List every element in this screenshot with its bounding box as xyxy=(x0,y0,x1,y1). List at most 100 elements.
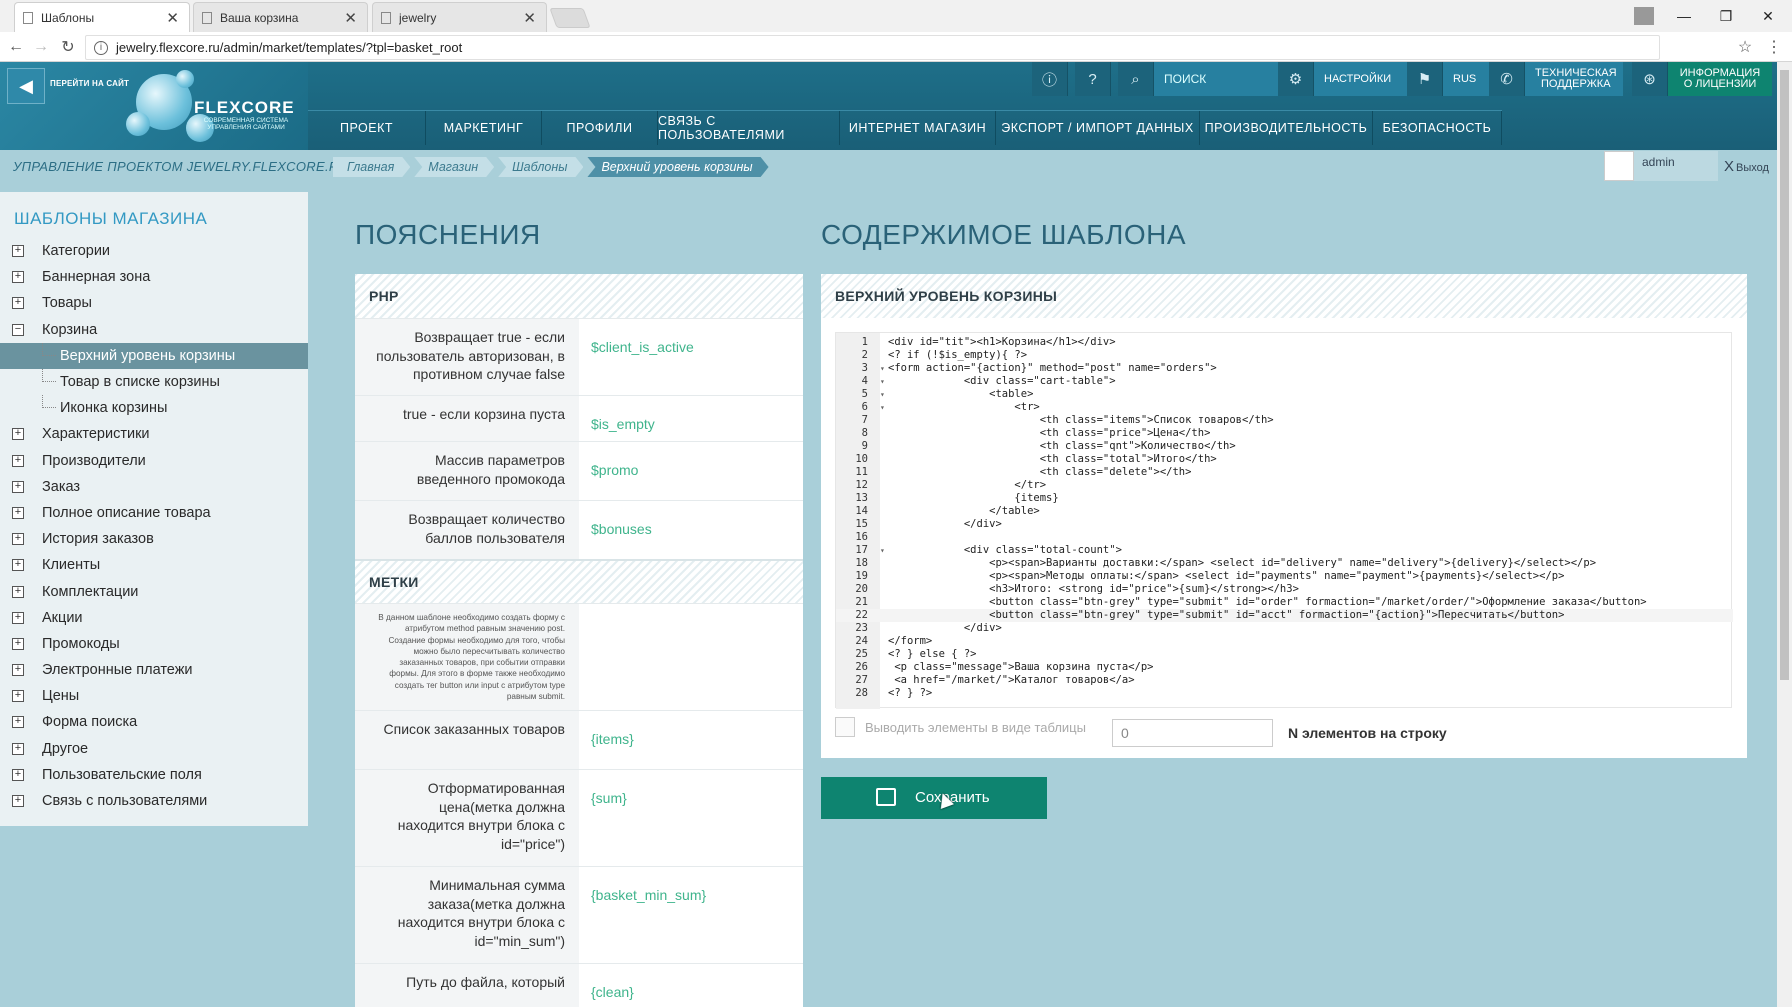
new-tab-button[interactable] xyxy=(549,8,591,28)
nav-project[interactable]: ПРОЕКТ xyxy=(308,111,426,145)
items-per-row-input[interactable]: 0 xyxy=(1112,719,1273,747)
expand-icon[interactable]: + xyxy=(12,585,24,598)
back-icon[interactable]: ← xyxy=(4,35,28,59)
fold-icon[interactable]: ▾ xyxy=(880,544,888,557)
info-icon[interactable]: i xyxy=(94,40,108,55)
minimize-icon[interactable]: — xyxy=(1670,0,1698,32)
expand-icon[interactable]: + xyxy=(12,742,24,755)
nav-marketing[interactable]: МАРКЕТИНГ xyxy=(426,111,542,145)
logout-button[interactable]: X Выход xyxy=(1724,158,1769,175)
sidebar-item[interactable]: + Связь с пользователями xyxy=(0,788,308,814)
nav-profiles[interactable]: ПРОФИЛИ xyxy=(542,111,658,145)
sidebar-item[interactable]: Иконка корзины xyxy=(0,395,308,421)
expand-icon[interactable]: + xyxy=(12,768,24,781)
close-icon[interactable]: ✕ xyxy=(523,9,536,27)
sidebar-item[interactable]: + Промокоды xyxy=(0,631,308,657)
collapse-icon[interactable]: − xyxy=(12,323,24,336)
sidebar-item[interactable]: + Производители xyxy=(0,448,308,474)
nav-shop[interactable]: ИНТЕРНЕТ МАГАЗИН xyxy=(840,111,996,145)
line-number: 8 xyxy=(861,427,868,439)
save-button[interactable]: Сохранить xyxy=(821,777,1047,819)
sidebar-item[interactable]: + Категории xyxy=(0,238,308,264)
expand-icon[interactable]: + xyxy=(12,637,24,650)
nav-export-import[interactable]: ЭКСПОРТ / ИМПОРТ ДАННЫХ xyxy=(996,111,1200,145)
expand-icon[interactable]: + xyxy=(12,506,24,519)
project-title[interactable]: УПРАВЛЕНИЕ ПРОЕКТОМ JEWELRY.FLEXCORE.RU xyxy=(13,159,348,174)
nav-performance[interactable]: ПРОИЗВОДИТЕЛЬНОСТЬ xyxy=(1200,111,1373,145)
url-field[interactable]: i jewelry.flexcore.ru/admin/market/templ… xyxy=(85,35,1660,60)
expand-icon[interactable]: + xyxy=(12,690,24,703)
admin-header: ◀ ПЕРЕЙТИ НА САЙТ FLEXCORE СОВРЕМЕННАЯ С… xyxy=(0,62,1792,150)
sidebar-item[interactable]: + Другое xyxy=(0,736,308,762)
sidebar-item[interactable]: + Товары xyxy=(0,290,308,316)
reload-icon[interactable]: ↻ xyxy=(56,35,80,59)
sidebar-item[interactable]: + Цены xyxy=(0,683,308,709)
browser-tab[interactable]: Ваша корзина ✕ xyxy=(193,2,368,32)
breadcrumb-item[interactable]: Шаблоны xyxy=(498,157,583,177)
sidebar-item[interactable]: + Заказ xyxy=(0,474,308,500)
maximize-icon[interactable]: ❐ xyxy=(1712,0,1740,32)
breadcrumb-item[interactable]: Главная xyxy=(333,157,410,177)
browser-tab[interactable]: Шаблоны ✕ xyxy=(14,2,190,32)
profile-icon[interactable] xyxy=(1630,0,1658,32)
window-close-icon[interactable]: ✕ xyxy=(1754,0,1782,32)
sidebar-item[interactable]: + История заказов xyxy=(0,526,308,552)
expand-icon[interactable]: + xyxy=(12,559,24,572)
star-icon[interactable]: ☆ xyxy=(1733,35,1757,59)
search-box[interactable]: ⌕ ПОИСК xyxy=(1118,62,1300,96)
table-option[interactable]: Выводить элементы в виде таблицы xyxy=(835,717,1086,737)
expand-icon[interactable]: + xyxy=(12,480,24,493)
browser-tab[interactable]: jewelry ✕ xyxy=(372,2,547,32)
fold-icon[interactable]: ▾ xyxy=(880,375,888,388)
fold-icon[interactable]: ▾ xyxy=(880,401,888,414)
nav-security[interactable]: БЕЗОПАСНОСТЬ xyxy=(1373,111,1502,145)
expand-icon[interactable]: + xyxy=(12,245,24,258)
expand-icon[interactable]: + xyxy=(12,533,24,546)
sidebar-item[interactable]: + Пользовательские поля xyxy=(0,762,308,788)
help-button[interactable]: ? xyxy=(1075,62,1111,96)
language-button[interactable]: ⚑ RUS xyxy=(1407,62,1489,96)
expand-icon[interactable]: + xyxy=(12,716,24,729)
go-to-site-label[interactable]: ПЕРЕЙТИ НА САЙТ xyxy=(50,79,129,88)
nav-communication[interactable]: СВЯЗЬ С ПОЛЬЗОВАТЕЛЯМИ xyxy=(658,111,840,145)
sidebar-item[interactable]: Товар в списке корзины xyxy=(0,368,308,395)
settings-button[interactable]: ⚙ НАСТРОЙКИ xyxy=(1278,62,1412,96)
code-editor[interactable]: 1 <div id="tit"><h1>Корзина</h1></div> 2 <?… xyxy=(835,332,1733,709)
forward-icon[interactable]: → xyxy=(29,35,53,59)
close-icon[interactable]: ✕ xyxy=(344,9,357,27)
expand-icon[interactable]: + xyxy=(12,454,24,467)
fold-icon[interactable]: ▾ xyxy=(880,388,888,401)
close-icon[interactable]: ✕ xyxy=(166,9,179,27)
sidebar-item[interactable]: + Клиенты xyxy=(0,552,308,578)
sidebar-item[interactable]: + Характеристики xyxy=(0,421,308,447)
sidebar-item[interactable]: Верхний уровень корзины xyxy=(0,342,308,369)
table-checkbox[interactable] xyxy=(835,717,855,737)
logo-area: ◀ ПЕРЕЙТИ НА САЙТ FLEXCORE СОВРЕМЕННАЯ С… xyxy=(0,62,308,150)
sidebar-item[interactable]: + Полное описание товара xyxy=(0,500,308,526)
breadcrumb-item[interactable]: Магазин xyxy=(414,157,494,177)
save-icon xyxy=(876,788,896,806)
go-to-site-button[interactable]: ◀ xyxy=(7,68,45,104)
expand-icon[interactable]: + xyxy=(12,611,24,624)
support-button[interactable]: ✆ ТЕХНИЧЕСКАЯ ПОДДЕРЖКА xyxy=(1489,62,1623,96)
expand-icon[interactable]: + xyxy=(12,664,24,677)
sidebar-item[interactable]: + Баннерная зона xyxy=(0,264,308,290)
fold-icon[interactable]: ▾ xyxy=(880,362,888,375)
user-box[interactable]: admin xyxy=(1604,151,1718,181)
menu-icon[interactable]: ⋮ xyxy=(1762,35,1786,59)
code-text: <p class="message">Ваша корзина пуста</p… xyxy=(888,661,1154,673)
sidebar-item[interactable]: + Электронные платежи xyxy=(0,657,308,683)
address-bar: ← → ↻ i jewelry.flexcore.ru/admin/market… xyxy=(0,32,1792,62)
scroll-thumb[interactable] xyxy=(1780,70,1789,680)
license-button[interactable]: ⊛ ИНФОРМАЦИЯ О ЛИЦЕНЗИИ xyxy=(1632,62,1772,96)
page-scrollbar[interactable] xyxy=(1777,62,1792,1007)
sidebar-item[interactable]: + Форма поиска xyxy=(0,709,308,735)
expand-icon[interactable]: + xyxy=(12,795,24,808)
sidebar-item[interactable]: + Акции xyxy=(0,605,308,631)
sidebar-item[interactable]: − Корзина xyxy=(0,317,308,343)
sidebar-item[interactable]: + Комплектации xyxy=(0,578,308,604)
expand-icon[interactable]: + xyxy=(12,297,24,310)
expand-icon[interactable]: + xyxy=(12,428,24,441)
info-button[interactable]: ⓘ xyxy=(1032,62,1068,96)
expand-icon[interactable]: + xyxy=(12,271,24,284)
